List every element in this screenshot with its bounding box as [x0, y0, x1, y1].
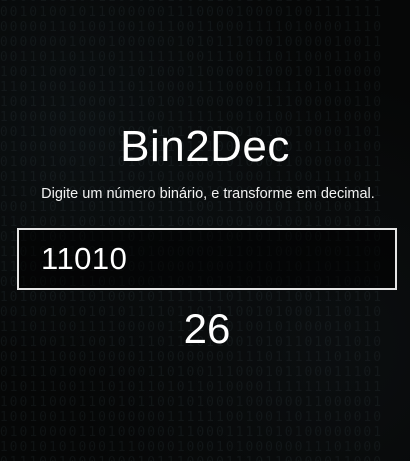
binary-input-value: 11010: [41, 241, 128, 276]
binary-input-field[interactable]: 11010: [17, 228, 397, 290]
app-container: Bin2Dec Digite um número binário, e tran…: [0, 0, 410, 461]
app-subtitle: Digite um número binário, e transforme e…: [41, 186, 375, 202]
decimal-result: 26: [183, 305, 231, 352]
app-title: Bin2Dec: [120, 122, 290, 171]
